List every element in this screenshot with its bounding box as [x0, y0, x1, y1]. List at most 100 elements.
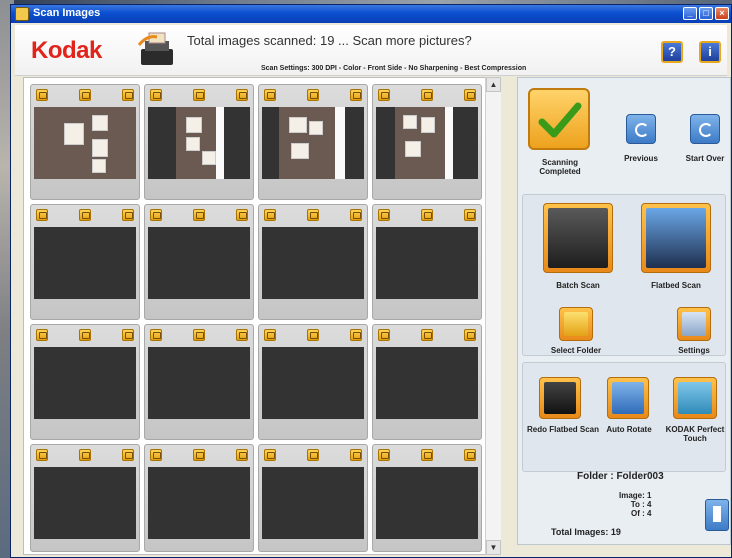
rotate-left-icon[interactable]	[36, 329, 48, 341]
window-title: Scan Images	[33, 7, 101, 19]
flatbed-scan-button[interactable]	[641, 203, 711, 273]
rotate-right-icon[interactable]	[464, 89, 476, 101]
rotate-right-icon[interactable]	[122, 209, 134, 221]
rotate-right-icon[interactable]	[350, 89, 362, 101]
rotate-left-icon[interactable]	[378, 89, 390, 101]
rotate-left-icon[interactable]	[378, 209, 390, 221]
info-button[interactable]: i	[699, 41, 721, 63]
thumbnail-cell[interactable]	[30, 324, 140, 440]
scanned-photo[interactable]	[176, 107, 224, 179]
thumbnail-cell[interactable]	[30, 84, 140, 200]
thumbnail-cell[interactable]	[258, 324, 368, 440]
settings-button[interactable]	[677, 307, 711, 341]
rotate-left-icon[interactable]	[36, 209, 48, 221]
thumbnail-cell[interactable]	[30, 444, 140, 552]
rotate-right-icon[interactable]	[122, 449, 134, 461]
rotate-right-icon[interactable]	[350, 449, 362, 461]
edit-icon[interactable]	[421, 329, 433, 341]
empty-thumbnail	[262, 227, 364, 299]
edit-icon[interactable]	[307, 449, 319, 461]
rotate-right-icon[interactable]	[236, 209, 248, 221]
rotate-left-icon[interactable]	[36, 89, 48, 101]
edit-icon[interactable]	[193, 449, 205, 461]
app-icon	[15, 7, 29, 21]
settings-gear-icon	[682, 312, 706, 336]
redo-flatbed-scan-label: Redo Flatbed Scan	[526, 425, 599, 434]
edit-icon[interactable]	[79, 329, 91, 341]
thumbnail-cell[interactable]	[144, 324, 254, 440]
scanned-photo[interactable]	[279, 107, 345, 179]
previous-label: Previous	[624, 154, 658, 163]
batch-scan-button[interactable]	[543, 203, 613, 273]
minimize-button[interactable]: _	[683, 7, 697, 20]
edit-icon[interactable]	[79, 89, 91, 101]
edit-icon[interactable]	[193, 329, 205, 341]
edit-icon[interactable]	[193, 209, 205, 221]
rotate-left-icon[interactable]	[264, 209, 276, 221]
scanned-photo[interactable]	[34, 107, 136, 179]
thumbnail-cell[interactable]	[144, 444, 254, 552]
rotate-left-icon[interactable]	[378, 329, 390, 341]
thumbnail-cell[interactable]	[258, 84, 368, 200]
title-bar[interactable]: Scan Images _ □ ×	[11, 5, 731, 23]
rotate-left-icon[interactable]	[150, 209, 162, 221]
scroll-down-arrow-icon[interactable]: ▼	[486, 540, 501, 555]
thumbnail-cell[interactable]	[258, 444, 368, 552]
rotate-right-icon[interactable]	[122, 89, 134, 101]
edit-icon[interactable]	[193, 89, 205, 101]
thumbnail-cell[interactable]	[144, 84, 254, 200]
edit-icon[interactable]	[307, 89, 319, 101]
redo-flatbed-scan-button[interactable]	[539, 377, 581, 419]
empty-thumbnail	[376, 227, 478, 299]
close-button[interactable]: ×	[715, 7, 729, 20]
rotate-right-icon[interactable]	[464, 209, 476, 221]
rotate-right-icon[interactable]	[236, 329, 248, 341]
rotate-right-icon[interactable]	[122, 329, 134, 341]
rotate-left-icon[interactable]	[264, 89, 276, 101]
rotate-left-icon[interactable]	[150, 449, 162, 461]
rotate-right-icon[interactable]	[464, 449, 476, 461]
folder-name: Folder : Folder003	[577, 471, 664, 482]
rotate-right-icon[interactable]	[236, 449, 248, 461]
help-button[interactable]: ?	[661, 41, 683, 63]
thumbnail-cell[interactable]	[372, 204, 482, 320]
rotate-right-icon[interactable]	[464, 329, 476, 341]
thumbnail-cell[interactable]	[30, 204, 140, 320]
scanned-photo[interactable]	[395, 107, 453, 179]
select-folder-button[interactable]	[559, 307, 593, 341]
scroll-up-arrow-icon[interactable]: ▲	[486, 77, 501, 92]
rotate-right-icon[interactable]	[350, 209, 362, 221]
scanner-icon	[137, 32, 173, 65]
edit-icon[interactable]	[421, 209, 433, 221]
thumbnail-cell[interactable]	[372, 324, 482, 440]
edit-icon[interactable]	[307, 209, 319, 221]
thumbnail-cell[interactable]	[258, 204, 368, 320]
maximize-button[interactable]: □	[699, 7, 713, 20]
rotate-right-icon[interactable]	[236, 89, 248, 101]
kodak-perfect-touch-button[interactable]	[673, 377, 717, 419]
batch-scanner-icon	[548, 208, 608, 268]
scan-images-window: Scan Images _ □ × Kodak Total images sca…	[10, 4, 732, 558]
rotate-left-icon[interactable]	[36, 449, 48, 461]
start-over-button[interactable]	[690, 114, 720, 144]
rotate-left-icon[interactable]	[264, 329, 276, 341]
rotate-left-icon[interactable]	[264, 449, 276, 461]
thumbnail-scrollbar[interactable]: ▲ ▼	[485, 77, 501, 555]
edit-icon[interactable]	[79, 449, 91, 461]
edit-icon[interactable]	[421, 89, 433, 101]
thumbnail-cell[interactable]	[144, 204, 254, 320]
rotate-left-icon[interactable]	[150, 89, 162, 101]
edit-icon[interactable]	[79, 209, 91, 221]
edit-icon[interactable]	[307, 329, 319, 341]
thumbnail-cell[interactable]	[372, 444, 482, 552]
thumbnail-cell[interactable]	[372, 84, 482, 200]
exit-door-icon[interactable]	[705, 499, 729, 531]
edit-icon[interactable]	[421, 449, 433, 461]
auto-rotate-button[interactable]	[607, 377, 649, 419]
rotate-left-icon[interactable]	[378, 449, 390, 461]
rotate-right-icon[interactable]	[350, 329, 362, 341]
previous-button[interactable]	[626, 114, 656, 144]
rotate-left-icon[interactable]	[150, 329, 162, 341]
scanning-completed-button[interactable]	[528, 88, 590, 150]
kodak-logo: Kodak	[31, 37, 102, 64]
